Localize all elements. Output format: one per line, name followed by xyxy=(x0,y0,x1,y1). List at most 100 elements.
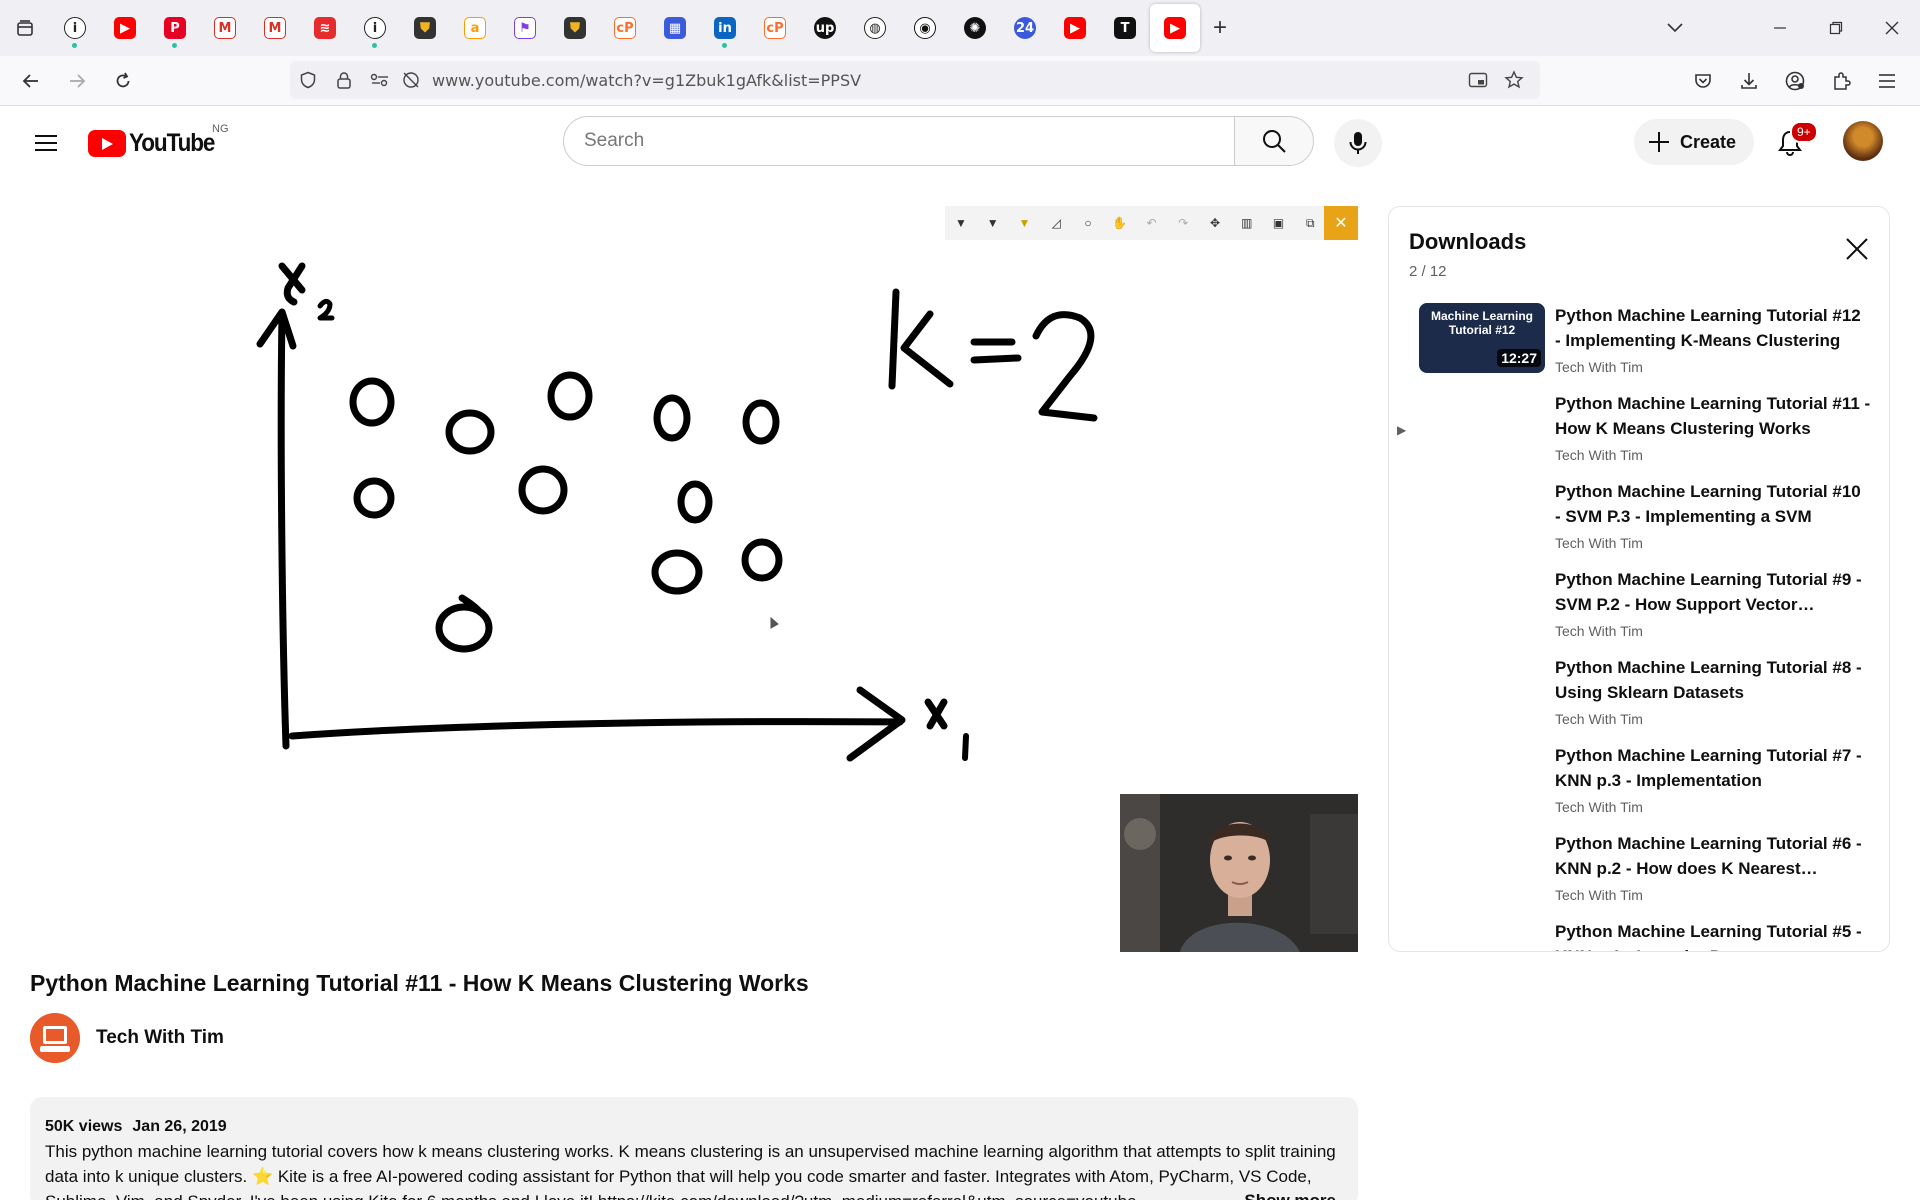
playlist-item[interactable]: Python Machine Learning Tutorial #8 - Us… xyxy=(1389,655,1889,743)
show-more-button[interactable]: Show more xyxy=(1204,1188,1336,1200)
pinned-tab-info[interactable]: i xyxy=(50,4,100,52)
browser-tab-strip: i ▶ P M M ≋ i ⛊ a ⚑ ⛊ cP ▦ in cP up ◍ ◉ ✺ 24 ▶ T ▶ + xyxy=(0,0,1920,56)
create-button[interactable]: Create xyxy=(1634,119,1755,165)
pinned-tab-gmail[interactable]: M xyxy=(200,4,250,52)
guide-menu-icon[interactable] xyxy=(26,123,66,163)
playlist-item[interactable]: ▶ Python Machine Learning Tutorial #11 - … xyxy=(1389,391,1889,479)
account-icon[interactable] xyxy=(1772,58,1818,104)
pocket-icon[interactable] xyxy=(1680,58,1726,104)
video-description[interactable]: 50K views Jan 26, 2019 This python machin… xyxy=(30,1097,1358,1200)
downloads-icon[interactable] xyxy=(1726,58,1772,104)
playlist-title[interactable]: Downloads xyxy=(1409,229,1526,255)
channel-name[interactable]: Tech With Tim xyxy=(96,1027,224,1049)
youtube-play-icon xyxy=(88,130,126,157)
playlist-item-title[interactable]: Python Machine Learning Tutorial #6 - KN… xyxy=(1555,831,1871,881)
close-window-icon[interactable] xyxy=(1864,0,1920,56)
pinned-tab-openai[interactable]: ✺ xyxy=(950,4,1000,52)
video-player[interactable]: ▼ ▼ ▼ ◿ ○ ✋ ↶ ↷ ✥ ▥ ▣ ⧉ ⇗ ✕ xyxy=(30,206,1358,952)
pinned-tab-cpanel[interactable]: cP xyxy=(600,4,650,52)
pinned-tab-youtube[interactable]: ▶ xyxy=(100,4,150,52)
pinned-tab-shield[interactable]: ⛊ xyxy=(400,4,450,52)
microphone-icon xyxy=(1349,132,1367,154)
lock-icon[interactable] xyxy=(326,61,362,99)
notifications-button[interactable]: 9+ xyxy=(1768,121,1818,165)
playlist-item-title[interactable]: Python Machine Learning Tutorial #10 - S… xyxy=(1555,479,1871,529)
bookmark-star-icon[interactable] xyxy=(1496,61,1532,99)
pinned-tab-amazon[interactable]: a xyxy=(450,4,500,52)
pinned-tab-gmail-2[interactable]: M xyxy=(250,4,300,52)
pinned-tab-flag[interactable]: ⚑ xyxy=(500,4,550,52)
extensions-icon[interactable] xyxy=(1818,58,1864,104)
search-box[interactable] xyxy=(563,116,1235,166)
channel-info: Tech With Tim xyxy=(30,1013,224,1063)
pinned-tab-info-2[interactable]: i xyxy=(350,4,400,52)
badge-24-icon: 24 xyxy=(1014,17,1036,39)
pinned-tab-redstack[interactable]: ≋ xyxy=(300,4,350,52)
view-count: 50K views xyxy=(45,1118,123,1135)
playlist-item-title[interactable]: Python Machine Learning Tutorial #9 - SV… xyxy=(1555,567,1871,617)
close-playlist-button[interactable] xyxy=(1841,233,1873,265)
pinned-tab-pinterest[interactable]: P xyxy=(150,4,200,52)
presenter-webcam xyxy=(1120,794,1358,952)
pinned-tab-cpanel-2[interactable]: cP xyxy=(750,4,800,52)
pinned-tab-youtube-2[interactable]: ▶ xyxy=(1050,4,1100,52)
playlist-item-channel: Tech With Tim xyxy=(1555,887,1643,903)
playlist-item[interactable]: Python Machine Learning Tutorial #7 - KN… xyxy=(1389,743,1889,831)
voice-search-button[interactable] xyxy=(1334,119,1382,167)
playlist-item-title[interactable]: Python Machine Learning Tutorial #11 - H… xyxy=(1555,391,1871,441)
blue-app-icon: ▦ xyxy=(664,17,686,39)
search-icon xyxy=(1263,130,1286,153)
avatar[interactable] xyxy=(1843,121,1883,161)
playlist-item[interactable]: Python Machine Learning Tutorial #5 - KN… xyxy=(1389,919,1889,951)
minimize-icon[interactable] xyxy=(1752,0,1808,56)
tab-attention-dot xyxy=(722,43,727,48)
list-all-tabs-icon[interactable] xyxy=(1650,0,1700,56)
search-button[interactable] xyxy=(1234,116,1314,166)
playlist-item[interactable]: Machine Learning Tutorial #12 12:27 Python… xyxy=(1389,303,1889,391)
pinned-tab-notion[interactable]: T xyxy=(1100,4,1150,52)
playlist-item-title[interactable]: Python Machine Learning Tutorial #5 - KN… xyxy=(1555,919,1871,951)
picture-in-picture-icon[interactable] xyxy=(1460,61,1496,99)
pinned-tab-badge-24[interactable]: 24 xyxy=(1000,4,1050,52)
autoplay-blocked-icon[interactable] xyxy=(398,61,424,99)
redstack-icon: ≋ xyxy=(314,17,336,39)
gmail-2-icon: M xyxy=(264,17,286,39)
playlist-item-thumbnail[interactable]: Machine Learning Tutorial #12 12:27 xyxy=(1419,303,1545,373)
url-bar[interactable]: www.youtube.com/watch?v=g1Zbuk1gAfk&list… xyxy=(290,61,1540,99)
pinned-tab-shield-2[interactable]: ⛊ xyxy=(550,4,600,52)
pinned-tab-youtube-active[interactable]: ▶ xyxy=(1150,4,1200,52)
permissions-icon[interactable] xyxy=(362,61,398,99)
playlist-item[interactable]: Python Machine Learning Tutorial #10 - S… xyxy=(1389,479,1889,567)
pinned-tab-globe[interactable]: ◍ xyxy=(850,4,900,52)
video-duration: 12:27 xyxy=(1497,349,1541,367)
openai-icon: ✺ xyxy=(964,17,986,39)
forward-icon[interactable] xyxy=(54,58,100,104)
playlist-item[interactable]: Python Machine Learning Tutorial #9 - SV… xyxy=(1389,567,1889,655)
new-tab-button[interactable]: + xyxy=(1200,8,1240,48)
restore-icon[interactable] xyxy=(1808,0,1864,56)
globe-icon: ◍ xyxy=(864,17,886,39)
playlist-item-channel: Tech With Tim xyxy=(1555,623,1643,639)
pinned-tab-github[interactable]: ◉ xyxy=(900,4,950,52)
app-menu-icon[interactable] xyxy=(1864,58,1910,104)
reload-icon[interactable] xyxy=(100,58,146,104)
youtube-logo[interactable]: YouTube xyxy=(88,129,224,158)
thumbnail-text: Machine Learning Tutorial #12 xyxy=(1430,309,1534,337)
window-controls xyxy=(1752,0,1920,56)
channel-avatar[interactable] xyxy=(30,1013,80,1063)
pinned-tab-linkedin[interactable]: in xyxy=(700,4,750,52)
playlist-item-title[interactable]: Python Machine Learning Tutorial #12 - I… xyxy=(1555,303,1871,353)
url-text[interactable]: www.youtube.com/watch?v=g1Zbuk1gAfk&list… xyxy=(432,71,861,90)
playlist-item-title[interactable]: Python Machine Learning Tutorial #7 - KN… xyxy=(1555,743,1871,793)
tab-overview-icon[interactable] xyxy=(0,0,50,56)
video-title: Python Machine Learning Tutorial #11 - H… xyxy=(30,970,809,996)
playlist-item-title[interactable]: Python Machine Learning Tutorial #8 - Us… xyxy=(1555,655,1871,705)
playlist-item[interactable]: Python Machine Learning Tutorial #6 - KN… xyxy=(1389,831,1889,919)
search-input[interactable] xyxy=(584,130,1234,152)
pinned-tab-upwork[interactable]: up xyxy=(800,4,850,52)
back-icon[interactable] xyxy=(8,58,54,104)
tracking-shield-icon[interactable] xyxy=(290,61,326,99)
close-icon xyxy=(1846,238,1868,260)
amazon-icon: a xyxy=(464,17,486,39)
pinned-tab-blue-app[interactable]: ▦ xyxy=(650,4,700,52)
